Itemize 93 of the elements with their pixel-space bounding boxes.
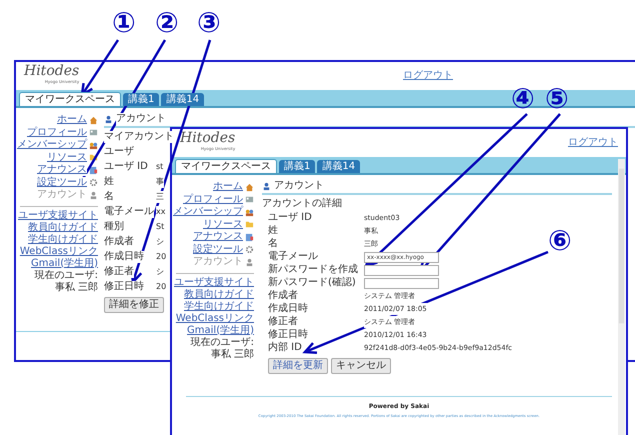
logout-link[interactable]: ログアウト <box>403 68 453 82</box>
people-icon <box>245 208 254 217</box>
callout-number: ④ <box>511 84 535 114</box>
sidebar-link[interactable]: 学生向けガイド <box>28 234 98 246</box>
current-user-label: 現在のユーザ: <box>190 336 254 348</box>
field-label: 修正日時 <box>104 281 144 293</box>
page-heading: アカウント <box>116 113 166 125</box>
section-title: アカウントの詳細 <box>262 198 342 210</box>
sidebar-item[interactable]: メンバーシップ <box>17 139 87 152</box>
logo: Hitodes <box>180 131 236 146</box>
callout-number: ⑤ <box>545 84 569 114</box>
tab[interactable]: 講義1 <box>279 160 316 173</box>
person-icon <box>262 182 271 190</box>
logo: Hitodes <box>24 64 80 79</box>
sidebar-item[interactable]: 設定ツール <box>37 176 87 189</box>
input-field[interactable] <box>364 264 439 276</box>
sidebar-item[interactable]: 設定ツール <box>193 244 243 256</box>
sidebar-item[interactable]: ホーム <box>213 181 243 194</box>
sidebar-link[interactable]: Gmail(学生用) <box>31 258 98 270</box>
tab[interactable]: 講義14 <box>161 93 204 106</box>
field-label: 姓 <box>104 176 114 188</box>
person-icon <box>89 190 98 200</box>
page-heading: アカウント <box>274 180 324 192</box>
section-subtitle: ユーザ <box>104 146 134 158</box>
tab[interactable]: マイワークスペース <box>175 159 277 173</box>
people-icon <box>89 140 98 150</box>
folder-icon <box>245 220 254 230</box>
gear-icon <box>245 245 254 254</box>
field-label: ユーザ ID <box>104 161 148 173</box>
note-icon <box>89 166 98 175</box>
field-label: 新パスワードを作成 <box>268 264 358 276</box>
field-label: 修正者 <box>104 266 134 278</box>
sidebar-link[interactable]: WebClassリンク <box>20 246 98 258</box>
sidebar-link[interactable]: ユーザ支援サイト <box>174 276 254 288</box>
field-label: 修正者 <box>268 316 298 328</box>
id-card-icon <box>245 195 254 204</box>
sidebar-item[interactable]: メンバーシップ <box>173 206 243 218</box>
field-label: 作成者 <box>268 290 298 302</box>
field-value: シ <box>156 266 164 278</box>
tab[interactable]: 講義1 <box>123 93 160 106</box>
sidebar-link[interactable]: WebClassリンク <box>176 312 254 324</box>
logout-link[interactable]: ログアウト <box>568 135 618 149</box>
current-user: 事私 三郎 <box>210 348 254 360</box>
sidebar-link[interactable]: Gmail(学生用) <box>187 324 254 336</box>
field-label: 姓 <box>268 225 278 237</box>
folder-icon <box>89 153 98 162</box>
current-user-label: 現在のユーザ: <box>34 270 98 282</box>
field-label: 名 <box>268 238 278 250</box>
id-card-icon <box>89 128 98 138</box>
sidebar-link[interactable]: 教員向けガイド <box>28 222 98 234</box>
sidebar-item[interactable]: ホーム <box>57 114 87 126</box>
callout-number: ③ <box>197 8 221 38</box>
update-button[interactable]: 詳細を更新 <box>268 358 328 374</box>
person-icon <box>245 258 254 267</box>
field-label: 作成日時 <box>268 303 308 315</box>
field-label: ユーザ ID <box>268 212 312 224</box>
field-label: 電子メール <box>104 206 154 218</box>
person-icon <box>104 114 113 124</box>
home-icon <box>89 116 98 125</box>
field-label: 電子メール <box>268 251 318 263</box>
cancel-button[interactable]: キャンセル <box>331 358 391 374</box>
sidebar-item[interactable]: リソース <box>47 152 87 164</box>
sidebar-item[interactable]: アナウンス <box>193 231 243 244</box>
field-value: 三 <box>156 191 164 203</box>
gear-icon <box>89 178 98 188</box>
current-user: 事私 三郎 <box>54 282 98 294</box>
home-icon <box>245 182 254 192</box>
tab[interactable]: 講義14 <box>317 160 360 173</box>
sidebar-item[interactable]: リソース <box>203 218 243 231</box>
field-label: 修正日時 <box>268 329 308 341</box>
field-value: 事 <box>156 176 164 188</box>
note-icon <box>245 232 254 242</box>
callout-number: ② <box>155 8 179 38</box>
field-label: 種別 <box>104 221 124 233</box>
sidebar-item[interactable]: アナウンス <box>37 164 87 176</box>
sidebar-link[interactable]: ユーザ支援サイト <box>18 210 98 222</box>
sidebar-item[interactable]: プロフィール <box>183 194 243 206</box>
scrollbar[interactable] <box>618 159 625 435</box>
sidebar-link[interactable]: 学生向けガイド <box>184 300 254 312</box>
tab[interactable]: マイワークスペース <box>19 92 121 106</box>
field-label: 作成日時 <box>104 251 144 263</box>
field-label: 内部 ID <box>268 342 302 354</box>
field-label: 作成者 <box>104 236 134 248</box>
edit-button[interactable]: 詳細を修正 <box>104 297 164 313</box>
sidebar-link[interactable]: 教員向けガイド <box>184 288 254 300</box>
input-field[interactable] <box>364 278 439 288</box>
field-label: 名 <box>104 191 114 203</box>
sidebar-item[interactable]: プロフィール <box>27 126 87 139</box>
field-value: シ <box>156 236 164 248</box>
callout-number: ⑥ <box>548 226 572 256</box>
section-title: マイアカウント <box>104 131 174 143</box>
callout-number: ① <box>112 8 136 38</box>
field-label: 新パスワード(確認) <box>268 277 356 289</box>
